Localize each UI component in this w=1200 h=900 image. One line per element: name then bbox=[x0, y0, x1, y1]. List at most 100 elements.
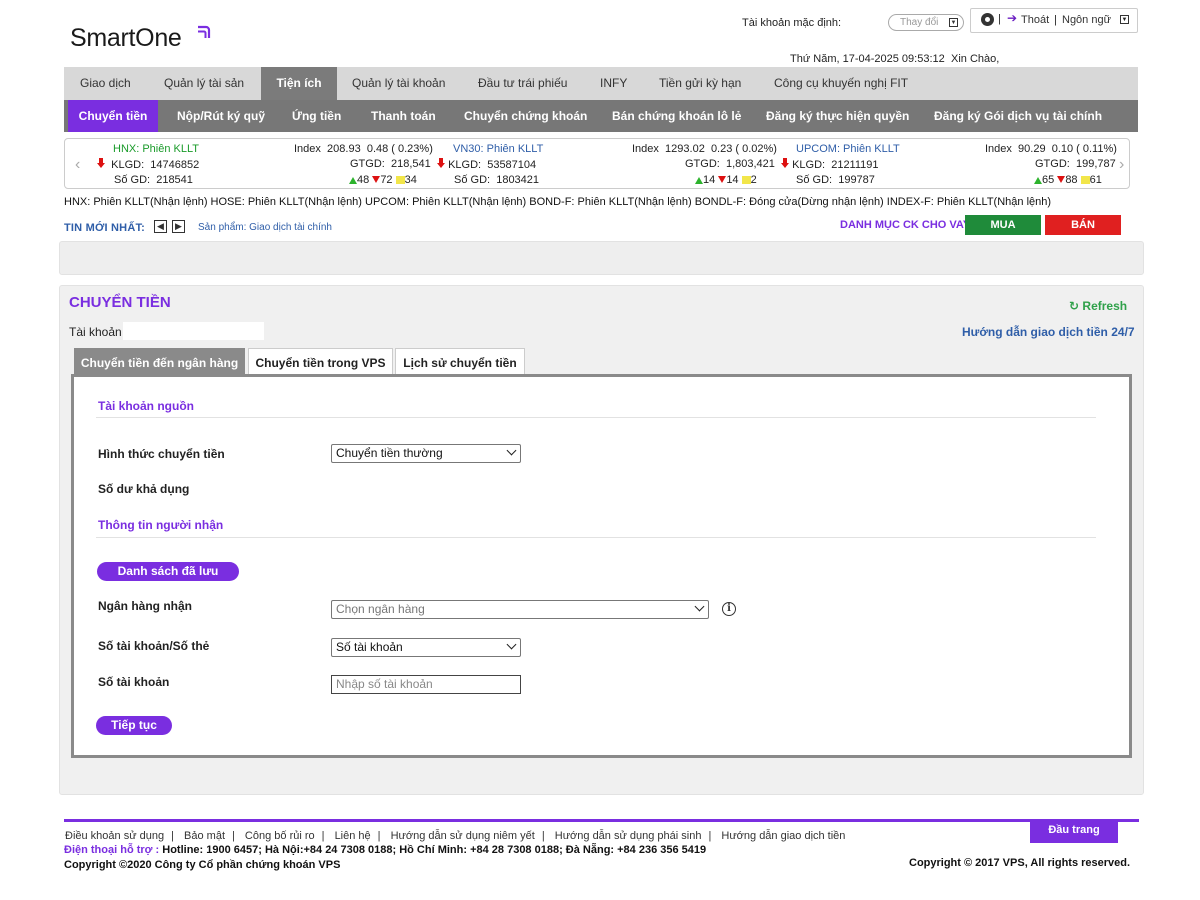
tab-transfer-within-vps[interactable]: Chuyển tiền trong VPS bbox=[248, 348, 393, 376]
news-prev-icon[interactable]: ◀ bbox=[154, 220, 167, 233]
sub-nav-nop-rut-ky-quy[interactable]: Nộp/Rút ký quỹ bbox=[177, 100, 265, 132]
separator: | bbox=[171, 830, 174, 842]
vn30-index-change: 0.23 ( 0.02%) bbox=[710, 143, 777, 155]
language-selector[interactable]: Ngôn ngữ bbox=[1062, 14, 1111, 26]
footer-link[interactable]: Hướng dẫn giao dịch tiền bbox=[721, 830, 845, 842]
bank-select[interactable]: Chọn ngân hàng bbox=[331, 600, 709, 619]
account-number-input[interactable]: Nhập số tài khoản bbox=[331, 675, 521, 694]
footer-link[interactable]: Hướng dẫn sử dụng niêm yết bbox=[391, 830, 535, 842]
hnx-down-count: 72 bbox=[380, 174, 393, 186]
sub-nav-chuyen-chung-khoan[interactable]: Chuyển chứng khoán bbox=[464, 100, 587, 132]
balance-value bbox=[325, 478, 466, 495]
hnx-sogd: Số GD: 218541 bbox=[114, 174, 193, 186]
bank-placeholder: Chọn ngân hàng bbox=[336, 602, 425, 616]
main-nav-dau-tu-trai-phieu[interactable]: Đầu tư trái phiếu bbox=[478, 67, 567, 100]
sub-nav-chuyen-tien[interactable]: Chuyển tiền bbox=[68, 100, 158, 132]
vn30-index: Index 1293.02 0.23 ( 0.02%) bbox=[632, 143, 777, 155]
vn30-sogd: Số GD: 1803421 bbox=[454, 174, 539, 186]
vn30-sogd-value: 1803421 bbox=[496, 174, 540, 186]
news-next-icon[interactable]: ▶ bbox=[172, 220, 185, 233]
sub-nav-thanh-toan[interactable]: Thanh toán bbox=[371, 100, 436, 132]
current-datetime: Thứ Năm, 17-04-2025 09:53:12 bbox=[790, 53, 945, 65]
market-ticker: ‹ › HNX: Phiên KLLT Index 208.93 0.48 ( … bbox=[64, 138, 1130, 189]
upcom-up-count: 65 bbox=[1042, 174, 1055, 186]
change-account-button[interactable]: Thay đổi ▼ bbox=[888, 14, 964, 31]
footer-link[interactable]: Điều khoản sử dụng bbox=[65, 830, 164, 842]
main-nav-quan-ly-tai-khoan[interactable]: Quản lý tài khoản bbox=[352, 67, 445, 100]
tab-transfer-history[interactable]: Lịch sử chuyển tiền bbox=[395, 348, 525, 376]
ticker-prev-icon[interactable]: ‹ bbox=[75, 156, 80, 174]
separator: | bbox=[541, 830, 545, 842]
hnx-gtgd-label: GTGD: bbox=[350, 158, 385, 170]
account-value bbox=[123, 322, 264, 340]
recipient-section: Thông tin người nhận bbox=[98, 518, 224, 532]
chevron-down-icon bbox=[694, 601, 705, 612]
main-nav-tien-ich[interactable]: Tiện ích bbox=[261, 67, 337, 100]
vn30-index-label: Index bbox=[632, 143, 659, 155]
info-bar bbox=[59, 241, 1144, 275]
hnx-up-count: 48 bbox=[357, 174, 370, 186]
transfer-type-label: Hình thức chuyển tiền bbox=[98, 447, 225, 461]
footer-link[interactable]: Bảo mật bbox=[184, 830, 225, 842]
account-type-select[interactable]: Số tài khoản bbox=[331, 638, 521, 657]
refresh-label: Refresh bbox=[1082, 299, 1128, 313]
vn30-name: VN30: Phiên KLLT bbox=[453, 143, 544, 155]
upcom-klgd: KLGD: 21211191 bbox=[781, 158, 879, 171]
ticker-next-icon[interactable]: › bbox=[1119, 156, 1124, 174]
saved-list-button[interactable]: Danh sách đã lưu bbox=[97, 562, 239, 581]
ref-square-icon bbox=[1080, 176, 1090, 184]
buy-button[interactable]: MUA bbox=[965, 215, 1041, 235]
continue-button[interactable]: Tiếp tục bbox=[96, 716, 172, 735]
tab-transfer-to-bank[interactable]: Chuyển tiền đến ngân hàng bbox=[74, 348, 245, 376]
account-type-label: Số tài khoản/Số thẻ bbox=[98, 639, 210, 653]
news-headline[interactable]: Sản phẩm: Giao dịch tài chính bbox=[198, 222, 332, 233]
main-nav-cong-cu-fit[interactable]: Công cụ khuyến nghị FIT bbox=[774, 67, 908, 100]
guide-link[interactable]: Hướng dẫn giao dịch tiền 24/7 bbox=[962, 325, 1135, 339]
info-icon[interactable]: i bbox=[722, 602, 736, 616]
language-dropdown-icon[interactable]: ▼ bbox=[1120, 15, 1129, 24]
upcom-index-change: 0.10 ( 0.11%) bbox=[1051, 143, 1117, 155]
sub-nav-goi-dich-vu[interactable]: Đăng ký Gói dịch vụ tài chính bbox=[934, 100, 1102, 132]
sub-nav-ban-lo-le[interactable]: Bán chứng khoán lô lẻ bbox=[612, 100, 741, 132]
footer-link[interactable]: Liên hệ bbox=[335, 830, 371, 842]
logout-link[interactable]: Thoát bbox=[1021, 14, 1049, 26]
main-nav-giao-dich[interactable]: Giao dịch bbox=[80, 67, 131, 100]
separator: | bbox=[1054, 14, 1057, 26]
upcom-gtgd: GTGD: 199,787 bbox=[1035, 158, 1116, 170]
transfer-type-select[interactable]: Chuyển tiền thường bbox=[331, 444, 521, 463]
back-to-top-button[interactable]: Đầu trang bbox=[1030, 822, 1118, 843]
greeting: Xin Chào, bbox=[951, 53, 1000, 65]
transfer-type-value: Chuyển tiền thường bbox=[336, 446, 443, 460]
vn30-gtgd-label: GTGD: bbox=[685, 158, 720, 170]
sell-button[interactable]: BÁN bbox=[1045, 215, 1121, 235]
hnx-klgd: KLGD: 14746852 bbox=[97, 158, 199, 171]
refresh-button[interactable]: ↻ Refresh bbox=[1069, 299, 1127, 313]
main-nav-tien-gui-ky-han[interactable]: Tiền gửi kỳ hạn bbox=[659, 67, 741, 100]
sub-nav-dang-ky-quyen[interactable]: Đăng ký thực hiện quyền bbox=[766, 100, 909, 132]
main-nav-infy[interactable]: INFY bbox=[600, 67, 627, 100]
ref-square-icon bbox=[741, 176, 751, 184]
sub-nav-ung-tien[interactable]: Ứng tiền bbox=[292, 100, 341, 132]
logo-mark-icon bbox=[198, 25, 211, 38]
main-nav: Giao dịch Quản lý tài sản Tiện ích Quản … bbox=[64, 67, 1138, 100]
vn30-ref-count: 2 bbox=[750, 174, 757, 186]
up-triangle-icon bbox=[349, 177, 357, 184]
vn30-klgd-label: KLGD: bbox=[448, 159, 482, 171]
chevron-down-icon bbox=[506, 445, 517, 456]
hnx-gtgd: GTGD: 218,541 bbox=[350, 158, 431, 170]
separator: | bbox=[232, 830, 235, 842]
upcom-gtgd-value: 199,787 bbox=[1075, 158, 1116, 170]
logout-icon[interactable]: ➔ bbox=[1007, 12, 1019, 24]
footer-divider bbox=[64, 819, 1139, 822]
footer-link[interactable]: Công bố rủi ro bbox=[245, 830, 315, 842]
page-title: CHUYỂN TIỀN bbox=[69, 294, 171, 311]
account-type-value: Số tài khoản bbox=[336, 640, 403, 654]
settings-gear-icon[interactable] bbox=[981, 13, 994, 26]
down-arrow-icon bbox=[781, 158, 789, 168]
lending-list-link[interactable]: DANH MỤC CK CHO VAY bbox=[840, 219, 970, 231]
vn30-gtgd: GTGD: 1,803,421 bbox=[685, 158, 775, 170]
main-nav-quan-ly-tai-san[interactable]: Quản lý tài sản bbox=[164, 67, 244, 100]
footer-link[interactable]: Hướng dẫn sử dụng phái sinh bbox=[555, 830, 702, 842]
market-status: HNX: Phiên KLLT(Nhận lệnh) HOSE: Phiên K… bbox=[64, 196, 1052, 208]
bank-label: Ngân hàng nhận bbox=[98, 599, 192, 613]
